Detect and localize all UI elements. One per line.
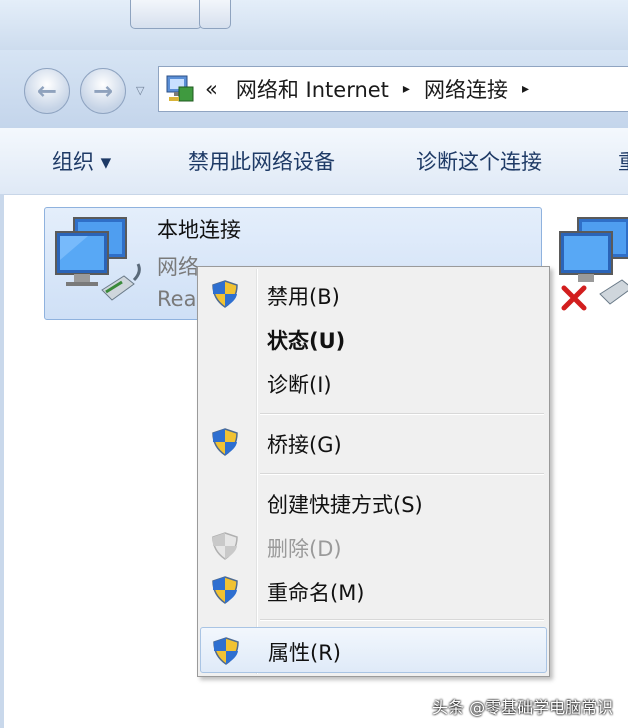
menu-item-delete: 删除(D): [200, 525, 547, 567]
network-folder-icon: [165, 73, 197, 105]
uac-shield-icon: [210, 575, 240, 609]
address-chevrons[interactable]: «: [205, 77, 218, 101]
toolbar-more-button[interactable]: 重: [618, 146, 628, 176]
organize-menu[interactable]: 组织 ▾: [52, 146, 111, 176]
recent-pages-dropdown[interactable]: ▽: [136, 84, 144, 97]
address-box[interactable]: « 网络和 Internet ▸ 网络连接 ▸: [158, 66, 628, 112]
uac-shield-icon: [211, 636, 241, 670]
menu-item-diagnose[interactable]: 诊断(I): [200, 361, 547, 403]
back-arrow-icon: ←: [36, 77, 58, 105]
menu-item-label: 桥接(G): [267, 433, 342, 457]
menu-separator: [260, 619, 544, 621]
uac-shield-icon: [210, 531, 240, 565]
menu-separator: [260, 473, 544, 475]
minimize-button[interactable]: [130, 0, 202, 29]
menu-separator: [260, 413, 544, 415]
network-adapter-icon: [52, 214, 148, 314]
diagnose-connection-button[interactable]: 诊断这个连接: [416, 146, 542, 176]
menu-item-label: 重命名(M): [267, 581, 365, 605]
context-menu: 禁用(B) 状态(U) 诊断(I) 桥接(G) 创建快捷方式(S) 删除(D) …: [197, 266, 550, 677]
forward-arrow-icon: →: [92, 77, 114, 105]
command-bar: 组织 ▾ 禁用此网络设备 诊断这个连接 重: [0, 128, 628, 195]
disconnected-x-icon: [560, 284, 588, 316]
menu-item-status[interactable]: 状态(U): [200, 317, 547, 359]
uac-shield-icon: [210, 279, 240, 313]
menu-item-create-shortcut[interactable]: 创建快捷方式(S): [200, 481, 547, 523]
menu-item-rename[interactable]: 重命名(M): [200, 569, 547, 611]
menu-item-disable[interactable]: 禁用(B): [200, 273, 547, 315]
connection-status: Rea: [157, 287, 197, 311]
source-watermark: 头条 @零基础学电脑常识: [432, 698, 614, 717]
forward-button[interactable]: →: [80, 68, 126, 114]
maximize-button[interactable]: [199, 0, 231, 29]
menu-item-label: 诊断(I): [267, 373, 332, 397]
back-button[interactable]: ←: [24, 68, 70, 114]
breadcrumb-network-connections[interactable]: 网络连接: [424, 74, 508, 104]
breadcrumb-network-internet[interactable]: 网络和 Internet: [236, 74, 389, 104]
menu-item-properties[interactable]: 属性(R): [200, 627, 547, 673]
window-titlebar: [0, 0, 628, 50]
connection-type: 网络: [157, 255, 199, 279]
menu-item-label: 属性(R): [268, 641, 341, 665]
menu-item-bridge[interactable]: 桥接(G): [200, 421, 547, 463]
breadcrumb-separator[interactable]: ▸: [522, 81, 529, 97]
menu-item-label: 删除(D): [267, 537, 342, 561]
menu-item-label: 状态(U): [267, 329, 346, 353]
uac-shield-icon: [210, 427, 240, 461]
window-left-border: [0, 194, 4, 728]
connection-name: 本地连接: [157, 218, 241, 242]
breadcrumb-separator[interactable]: ▸: [403, 81, 410, 97]
menu-item-label: 禁用(B): [267, 285, 340, 309]
menu-item-label: 创建快捷方式(S): [267, 493, 423, 517]
disable-device-button[interactable]: 禁用此网络设备: [188, 146, 335, 176]
